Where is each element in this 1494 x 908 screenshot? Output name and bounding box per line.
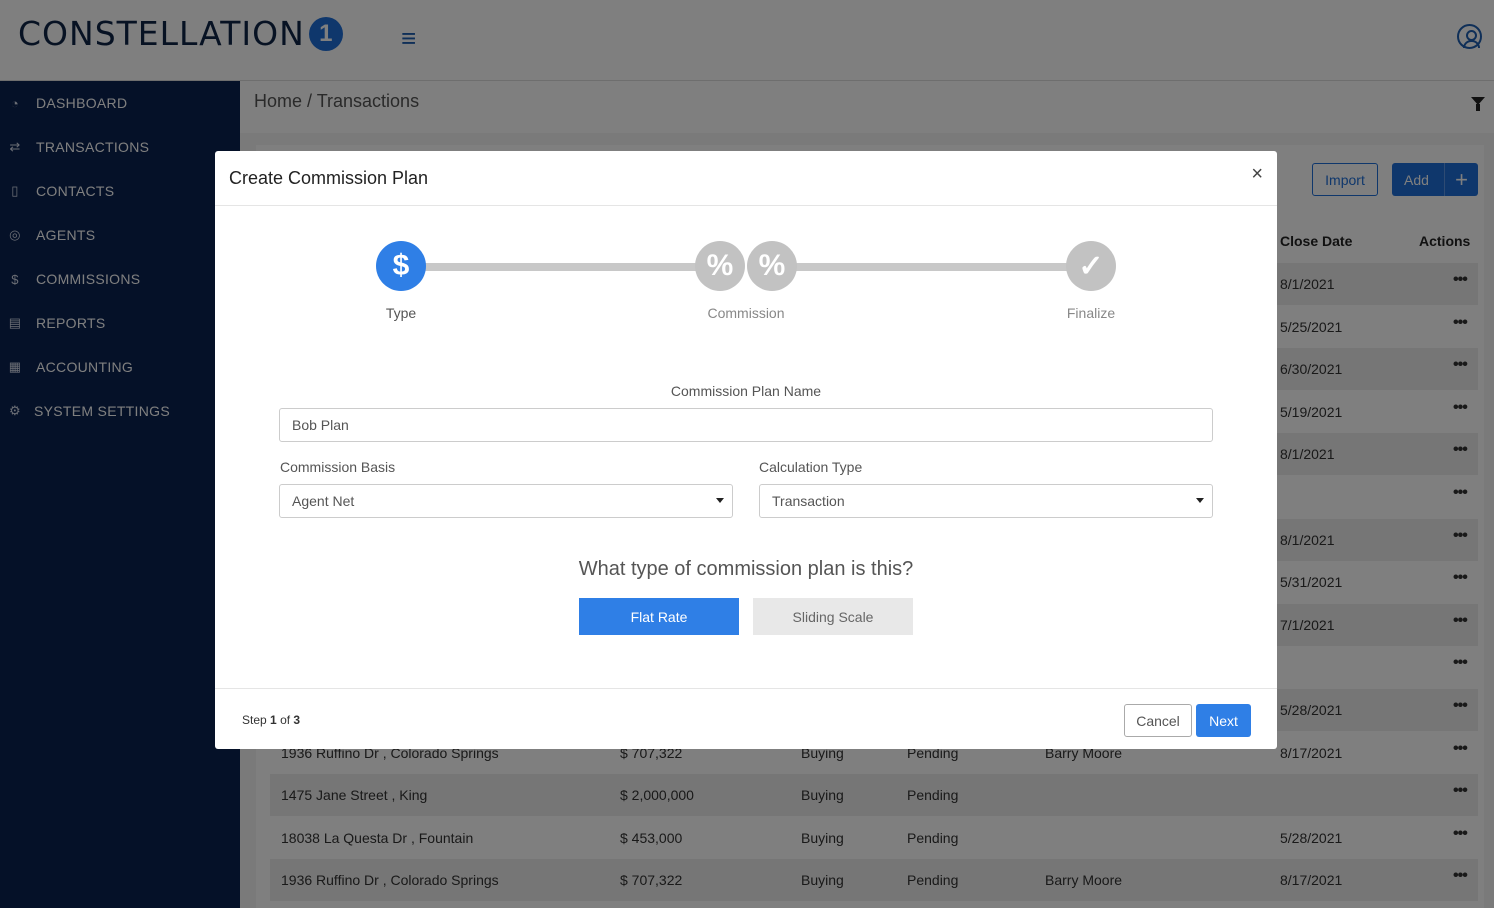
next-button[interactable]: Next bbox=[1196, 704, 1251, 737]
stepper-track bbox=[771, 263, 1091, 271]
create-commission-plan-modal: Create Commission Plan × $ % % ✓ Type Co… bbox=[215, 151, 1277, 749]
step-indicator: Step 1 of 3 bbox=[242, 713, 300, 727]
chevron-down-icon bbox=[716, 498, 724, 503]
modal-footer: Step 1 of 3 Cancel Next bbox=[215, 688, 1277, 749]
commission-basis-select[interactable]: Agent Net bbox=[279, 484, 733, 518]
modal-header: Create Commission Plan × bbox=[215, 151, 1277, 206]
commission-basis-value: Agent Net bbox=[292, 493, 355, 509]
step-label-type: Type bbox=[385, 305, 417, 321]
commission-basis-label: Commission Basis bbox=[280, 459, 396, 475]
calculation-type-value: Transaction bbox=[772, 493, 845, 509]
step-of: of bbox=[280, 713, 291, 727]
plan-type-question: What type of commission plan is this? bbox=[578, 558, 914, 580]
step-current: 1 bbox=[270, 713, 277, 727]
percent-icon: % bbox=[747, 241, 797, 291]
step-total: 3 bbox=[293, 713, 301, 727]
close-icon[interactable]: × bbox=[1251, 163, 1263, 186]
plan-name-label: Commission Plan Name bbox=[670, 383, 822, 399]
flat-rate-button[interactable]: Flat Rate bbox=[579, 598, 739, 635]
check-icon: ✓ bbox=[1066, 241, 1116, 291]
plan-name-input[interactable] bbox=[279, 408, 1213, 442]
chevron-down-icon bbox=[1196, 498, 1204, 503]
step-label-commission: Commission bbox=[707, 305, 785, 321]
stepper-track bbox=[401, 263, 721, 271]
calculation-type-label: Calculation Type bbox=[759, 459, 863, 475]
cancel-button[interactable]: Cancel bbox=[1124, 704, 1192, 737]
percent-icon: % bbox=[695, 241, 745, 291]
step-prefix: Step bbox=[242, 713, 267, 727]
step-label-finalize: Finalize bbox=[1066, 305, 1116, 321]
calculation-type-select[interactable]: Transaction bbox=[759, 484, 1213, 518]
modal-title: Create Commission Plan bbox=[229, 168, 429, 188]
dollar-icon: $ bbox=[376, 241, 426, 291]
sliding-scale-button[interactable]: Sliding Scale bbox=[753, 598, 913, 635]
